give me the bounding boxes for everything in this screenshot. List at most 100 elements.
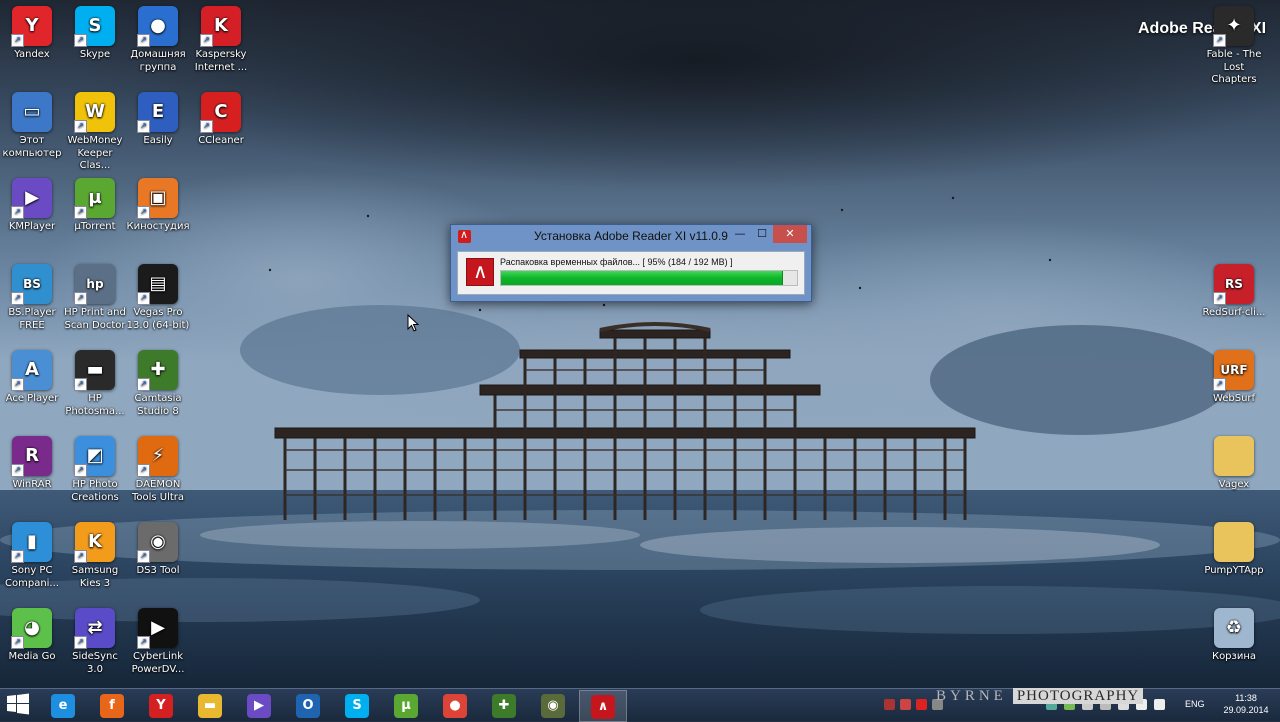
shortcut-arrow-icon: ↗ — [11, 464, 24, 477]
desktop-icon[interactable]: BS ↗ BS.Player FREE — [0, 262, 64, 332]
taskbar-chrome[interactable]: ● — [432, 690, 478, 720]
vegas-icon: ▤ ↗ — [137, 264, 178, 305]
desktop-icon[interactable]: ◩ ↗ HP Photo Creations — [63, 434, 127, 504]
tray-app-icon[interactable] — [884, 699, 895, 710]
clock[interactable]: 11:38 29.09.2014 — [1218, 692, 1274, 716]
taskbar-utorrent[interactable]: µ — [383, 690, 429, 720]
this-pc-icon: ▭ — [12, 92, 52, 132]
desktop-icon[interactable]: ◉ ↗ DS3 Tool — [126, 520, 190, 578]
desktop-icon[interactable]: ▬ ↗ HP Photosma... — [63, 348, 127, 418]
taskbar-yandex-browser[interactable]: Y — [138, 690, 184, 720]
desktop-icon[interactable]: ▶ ↗ KMPlayer — [0, 176, 64, 234]
tray-app-icon[interactable] — [900, 699, 911, 710]
taskbar-file-explorer[interactable]: ▬ — [187, 690, 233, 720]
desktop-icon[interactable]: ▤ ↗ Vegas Pro 13.0 (64-bit) — [126, 262, 190, 332]
desktop-icon[interactable]: ⚡ ↗ DAEMON Tools Ultra — [126, 434, 190, 504]
chrome-icon: ● — [443, 694, 467, 718]
start-button[interactable] — [4, 692, 32, 716]
maximize-button[interactable]: ☐ — [751, 225, 773, 243]
desktop-icon[interactable]: ◕ ↗ Media Go — [0, 606, 64, 664]
desktop-icon[interactable]: K ↗ Samsung Kies 3 — [63, 520, 127, 590]
desktop-icon-label: WebSurf — [1212, 393, 1256, 404]
installer-progress-fill — [501, 271, 784, 285]
desktop-icon-label: Vegas Pro 13.0 (64-bit) — [126, 307, 190, 331]
desktop-icon[interactable]: C ↗ CCleaner — [189, 90, 253, 148]
shortcut-arrow-icon: ↗ — [1213, 378, 1226, 391]
desktop-icon[interactable]: ✦ ↗ Fable - The Lost Chapters — [1202, 4, 1266, 87]
installer-progress-bar — [500, 270, 798, 286]
desktop-icon[interactable]: ✚ ↗ Camtasia Studio 8 — [126, 348, 190, 418]
skype-icon: S — [345, 694, 369, 718]
desktop-icon-label: Vagex — [1218, 479, 1250, 490]
desktop-icon-label: Домашняя группа — [130, 49, 186, 73]
watermark-photography: PHOTOGRAPHY — [1012, 688, 1144, 704]
shortcut-arrow-icon: ↗ — [137, 550, 150, 563]
shortcut-arrow-icon: ↗ — [74, 292, 87, 305]
desktop-icon[interactable]: ▣ ↗ Киностудия — [126, 176, 190, 234]
desktop-icon[interactable]: K ↗ Kaspersky Internet ... — [189, 4, 253, 74]
desktop-icon[interactable]: ● ↗ Домашняя группа — [126, 4, 190, 74]
taskbar-internet-explorer[interactable]: e — [40, 690, 86, 720]
desktop-icon[interactable]: Vagex — [1202, 434, 1266, 492]
shortcut-arrow-icon: ↗ — [11, 550, 24, 563]
desktop-icon-label: Skype — [79, 49, 111, 60]
taskbar-skype[interactable]: S — [334, 690, 380, 720]
firefox-icon: f — [100, 694, 124, 718]
file-explorer-icon: ▬ — [198, 694, 222, 718]
desktop-icon[interactable]: ♻ Корзина — [1202, 606, 1266, 664]
desktop-icon[interactable]: S ↗ Skype — [63, 4, 127, 62]
volume-icon[interactable] — [1154, 699, 1165, 710]
desktop-icon[interactable]: A ↗ Ace Player — [0, 348, 64, 406]
desktop-icon[interactable]: R ↗ WinRAR — [0, 434, 64, 492]
desktop-icon-label: Yandex — [14, 49, 50, 60]
shortcut-arrow-icon: ↗ — [11, 636, 24, 649]
hp-photo-icon: ◩ ↗ — [74, 436, 115, 477]
installer-titlebar[interactable]: Установка Adobe Reader XI v11.0.9 — ☐ ✕ — [451, 225, 811, 249]
shortcut-arrow-icon: ↗ — [137, 292, 150, 305]
desktop-icon[interactable]: W ↗ WebMoney Keeper Clas... — [63, 90, 127, 173]
language-indicator[interactable]: ENG — [1185, 699, 1205, 709]
shortcut-arrow-icon: ↗ — [137, 464, 150, 477]
tray-app-icon[interactable] — [916, 699, 927, 710]
desktop-icon-label: WebMoney Keeper Clas... — [67, 135, 123, 171]
desktop-icon-label: BS.Player FREE — [8, 307, 56, 331]
taskbar-firefox[interactable]: f — [89, 690, 135, 720]
desktop-icon[interactable]: URF ↗ WebSurf — [1202, 348, 1266, 406]
desktop-icon[interactable]: RS ↗ RedSurf-cli... — [1202, 262, 1266, 320]
desktop-icon[interactable]: Y ↗ Yandex — [0, 4, 64, 62]
taskbar-kmplayer[interactable]: ▶ — [236, 690, 282, 720]
folder-icon — [1214, 522, 1254, 562]
taskbar-camtasia[interactable]: ✚ — [481, 690, 527, 720]
desktop-icon[interactable]: µ ↗ µTorrent — [63, 176, 127, 234]
desktop-icon-label: DS3 Tool — [136, 565, 180, 576]
outlook-icon: O — [296, 694, 320, 718]
desktop-icon[interactable]: E ↗ Easily — [126, 90, 190, 148]
adobe-reader-installer-icon: ∧ — [591, 695, 615, 719]
desktop-icon[interactable]: ⇄ ↗ SideSync 3.0 — [63, 606, 127, 676]
close-button[interactable]: ✕ — [773, 225, 807, 243]
hp-photosmart-icon: ▬ ↗ — [74, 350, 115, 391]
ace-player-icon: A ↗ — [11, 350, 52, 391]
desktop-icon[interactable]: ▮ ↗ Sony PC Compani... — [0, 520, 64, 590]
shortcut-arrow-icon: ↗ — [137, 206, 150, 219]
watermark-byrne: BYRNE — [936, 688, 1007, 704]
taskbar-outlook[interactable]: O — [285, 690, 331, 720]
desktop-icon[interactable]: ▶ ↗ CyberLink PowerDV... — [126, 606, 190, 676]
redsurf-icon: RS ↗ — [1213, 264, 1254, 305]
minimize-button[interactable]: — — [729, 225, 751, 243]
desktop-icon-label: Корзина — [1211, 651, 1257, 662]
desktop-icon[interactable]: ▭ Этот компьютер — [0, 90, 64, 160]
winrar-icon: R ↗ — [11, 436, 52, 477]
easily-icon: E ↗ — [137, 92, 178, 133]
taskbar-camtasia-recorder[interactable]: ◉ — [530, 690, 576, 720]
powerdvd-icon: ▶ ↗ — [137, 608, 178, 649]
desktop-icon[interactable]: PumpYTApp — [1202, 520, 1266, 578]
shortcut-arrow-icon: ↗ — [200, 120, 213, 133]
kaspersky-icon: K ↗ — [200, 6, 241, 47]
desktop-icon-label: Kaspersky Internet ... — [194, 49, 248, 73]
recycle-bin-icon: ♻ — [1214, 608, 1254, 648]
desktop-icon-label: Camtasia Studio 8 — [134, 393, 182, 417]
taskbar-adobe-reader-installer[interactable]: ∧ — [579, 690, 627, 722]
desktop-icon[interactable]: hp ↗ HP Print and Scan Doctor — [63, 262, 127, 332]
samsung-kies-icon: K ↗ — [74, 522, 115, 563]
